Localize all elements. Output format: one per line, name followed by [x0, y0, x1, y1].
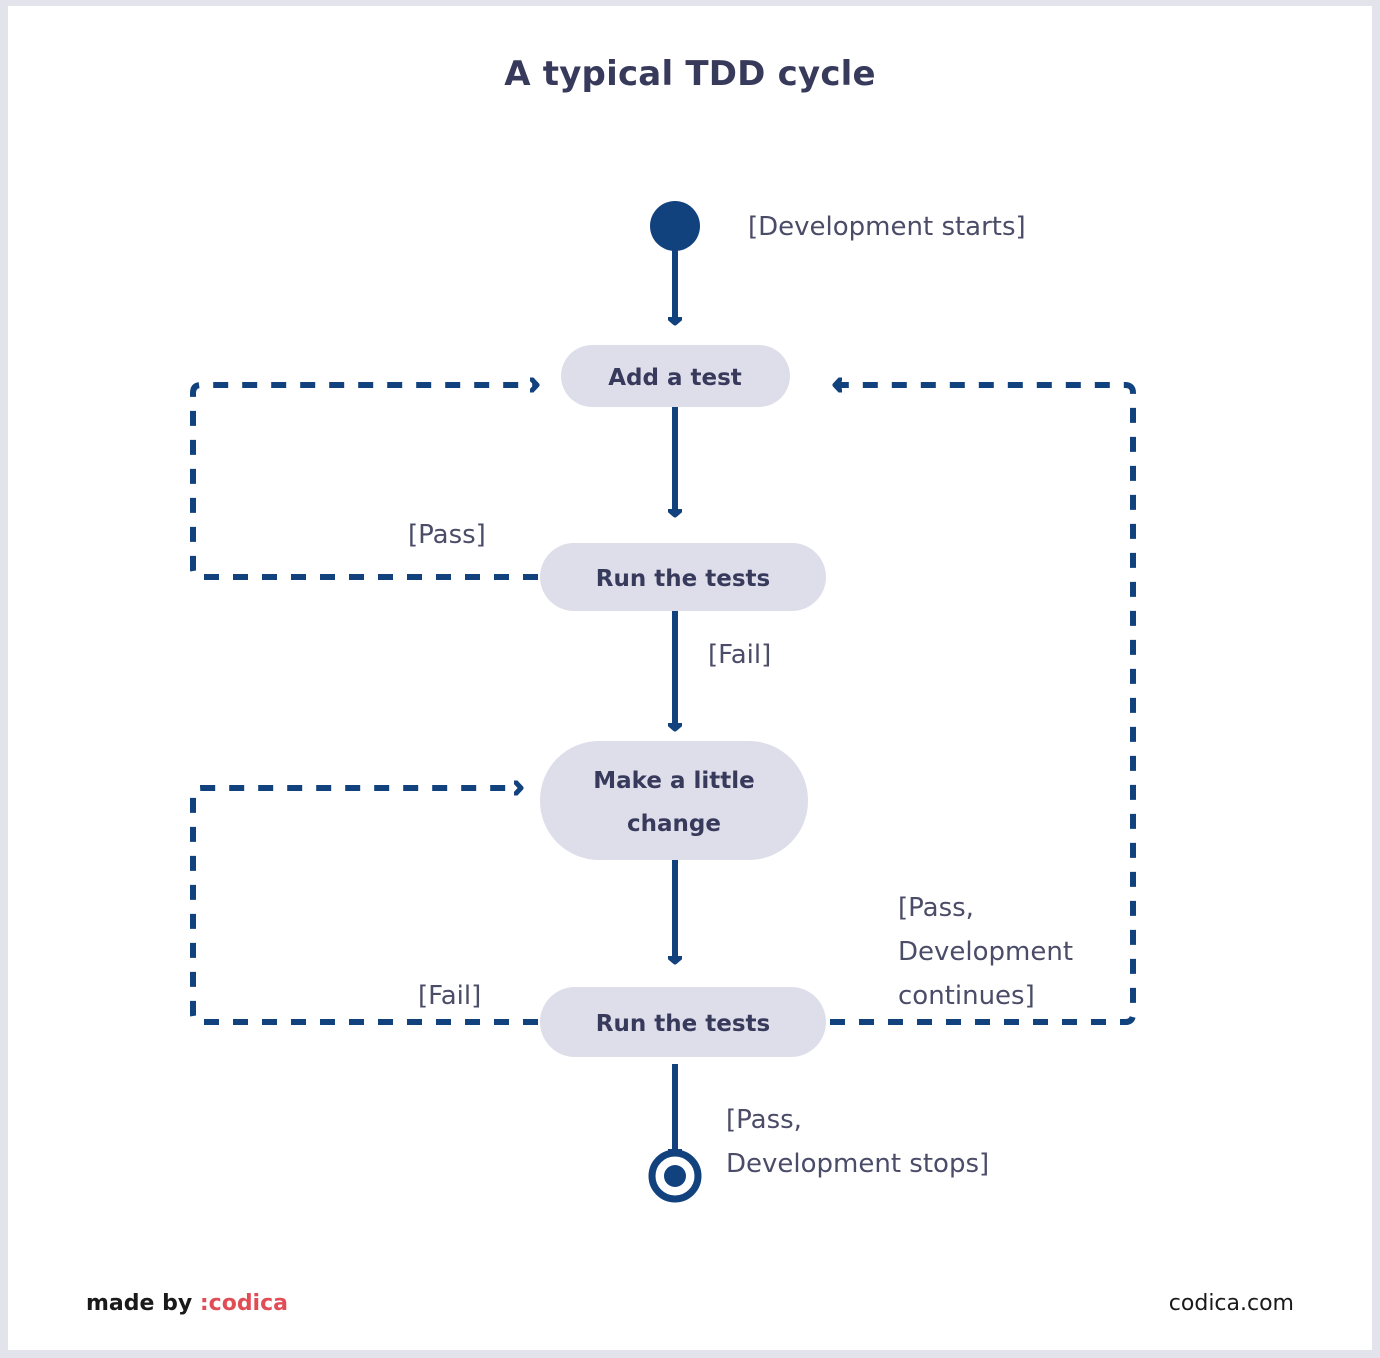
node-run-the-tests-2-label: Run the tests: [596, 1011, 770, 1037]
guard-fail-2-text: [Fail]: [418, 981, 481, 1011]
final-node: [648, 1149, 702, 1203]
edge-fail-loop-to-make-a-little-change: [190, 788, 538, 1025]
guard-pass-development-continues-line2: Development: [898, 937, 1073, 967]
footer-brand-logo: :codica: [199, 1291, 288, 1316]
guard-pass-development-continues-line3: continues]: [898, 981, 1035, 1011]
initial-node: [650, 201, 700, 251]
guard-pass-development-continues-line1: [Pass,: [898, 893, 974, 923]
node-make-a-little-change[interactable]: Make a little change: [540, 741, 808, 860]
footer-made-by-label: made by: [86, 1291, 193, 1316]
edge-pass-continues-loop-to-add-a-test: [830, 385, 1136, 1025]
guard-development-starts: [Development starts]: [748, 212, 1026, 242]
diagram-canvas: A typical TDD cycle Add a test Run the t…: [8, 6, 1372, 1350]
node-add-a-test[interactable]: Add a test: [561, 345, 790, 407]
guard-fail-1-text: [Fail]: [708, 640, 771, 670]
node-add-a-test-label: Add a test: [608, 365, 742, 391]
tdd-cycle-diagram: Add a test Run the tests Make a little c…: [190, 201, 1136, 1203]
guard-fail-2: [Fail]: [418, 981, 481, 1011]
guard-pass-development-stops: [Pass, Development stops]: [726, 1105, 989, 1179]
guard-pass: [Pass]: [408, 520, 486, 550]
edge-pass-loop-to-add-a-test: [190, 385, 538, 580]
guard-fail-1: [Fail]: [708, 640, 771, 670]
guard-development-starts-text: [Development starts]: [748, 212, 1026, 242]
guard-pass-text: [Pass]: [408, 520, 486, 550]
guard-pass-development-stops-line2: Development stops]: [726, 1149, 989, 1179]
guard-pass-development-stops-line1: [Pass,: [726, 1105, 802, 1135]
footer-site-url: codica.com: [1168, 1291, 1294, 1316]
node-run-the-tests-1-label: Run the tests: [596, 566, 770, 592]
page-frame: A typical TDD cycle Add a test Run the t…: [0, 0, 1380, 1358]
node-make-a-little-change-label-line2: change: [627, 811, 721, 837]
footer-made-by: made by :codica: [86, 1291, 288, 1316]
node-run-the-tests-2[interactable]: Run the tests: [540, 987, 826, 1057]
node-run-the-tests-1[interactable]: Run the tests: [540, 543, 826, 611]
guard-pass-development-continues: [Pass, Development continues]: [898, 893, 1073, 1011]
node-make-a-little-change-label-line1: Make a little: [593, 768, 754, 794]
